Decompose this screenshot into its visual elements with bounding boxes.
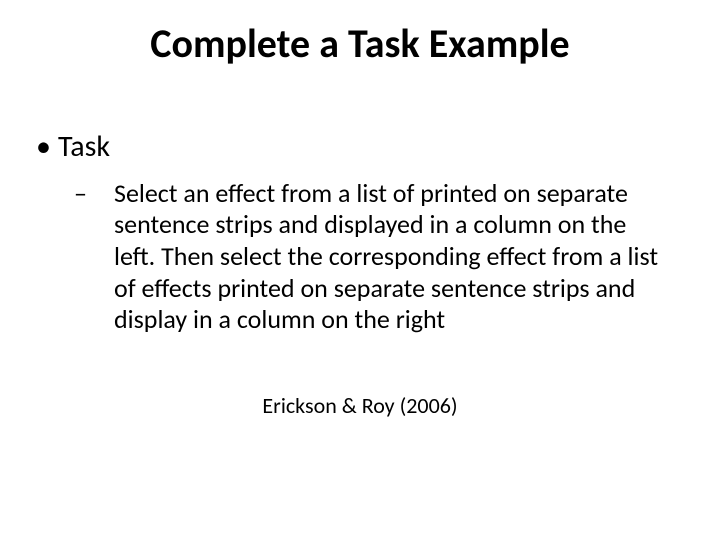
bullet-level-1: •Task: [36, 128, 672, 166]
slide: Complete a Task Example •Task –Select an…: [0, 0, 720, 540]
dash-marker: –: [94, 178, 114, 210]
citation: Erickson & Roy (2006): [0, 392, 720, 419]
slide-body: •Task –Select an effect from a list of p…: [36, 128, 672, 336]
bullet-level-2-text: Select an effect from a list of printed …: [114, 177, 658, 336]
bullet-level-1-text: Task: [58, 128, 110, 165]
bullet-level-2: –Select an effect from a list of printed…: [94, 178, 672, 337]
bullet-marker: •: [36, 128, 58, 166]
slide-title: Complete a Task Example: [0, 22, 720, 66]
